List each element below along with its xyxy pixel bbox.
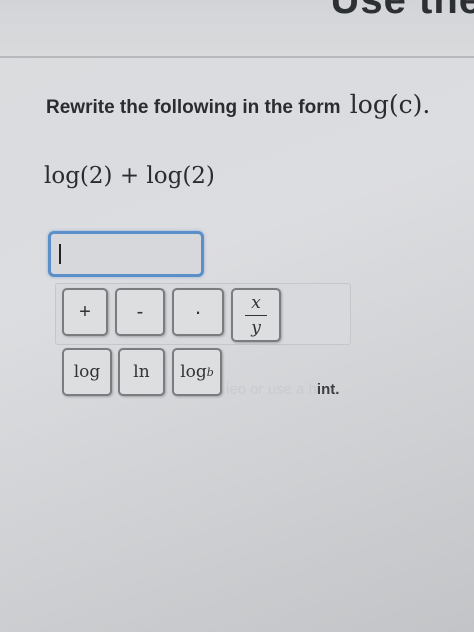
minus-button[interactable]: - [115,288,165,336]
text-caret [59,244,61,264]
partial-heading: Use the [330,0,474,22]
math-expression: log(2) + log(2) [44,163,215,189]
hint-visible[interactable]: int. [317,381,340,398]
fraction-numerator: x [251,292,261,313]
top-strip: Use the [0,0,474,55]
log-button[interactable]: log [62,348,112,396]
fraction-denominator: y [251,317,261,338]
ln-button[interactable]: ln [118,348,165,396]
question-form: log(c). [349,90,431,119]
log-base-button[interactable]: log b [172,348,222,396]
hint-text: ieo or use a hint. [226,381,339,398]
answer-input[interactable] [48,231,204,277]
plus-button[interactable]: + [62,288,108,336]
fraction-bar [245,314,267,316]
fraction-button[interactable]: x y [231,288,281,342]
multiply-dot-button[interactable]: · [172,288,224,336]
log-base-subscript: b [206,365,214,379]
hint-faded: ieo or use a h [226,381,317,398]
question-text: Rewrite the following in the form [46,97,341,118]
question-prompt: Rewrite the following in the form log(c)… [46,90,430,119]
divider [0,56,474,58]
log-base-label: log [180,362,207,382]
